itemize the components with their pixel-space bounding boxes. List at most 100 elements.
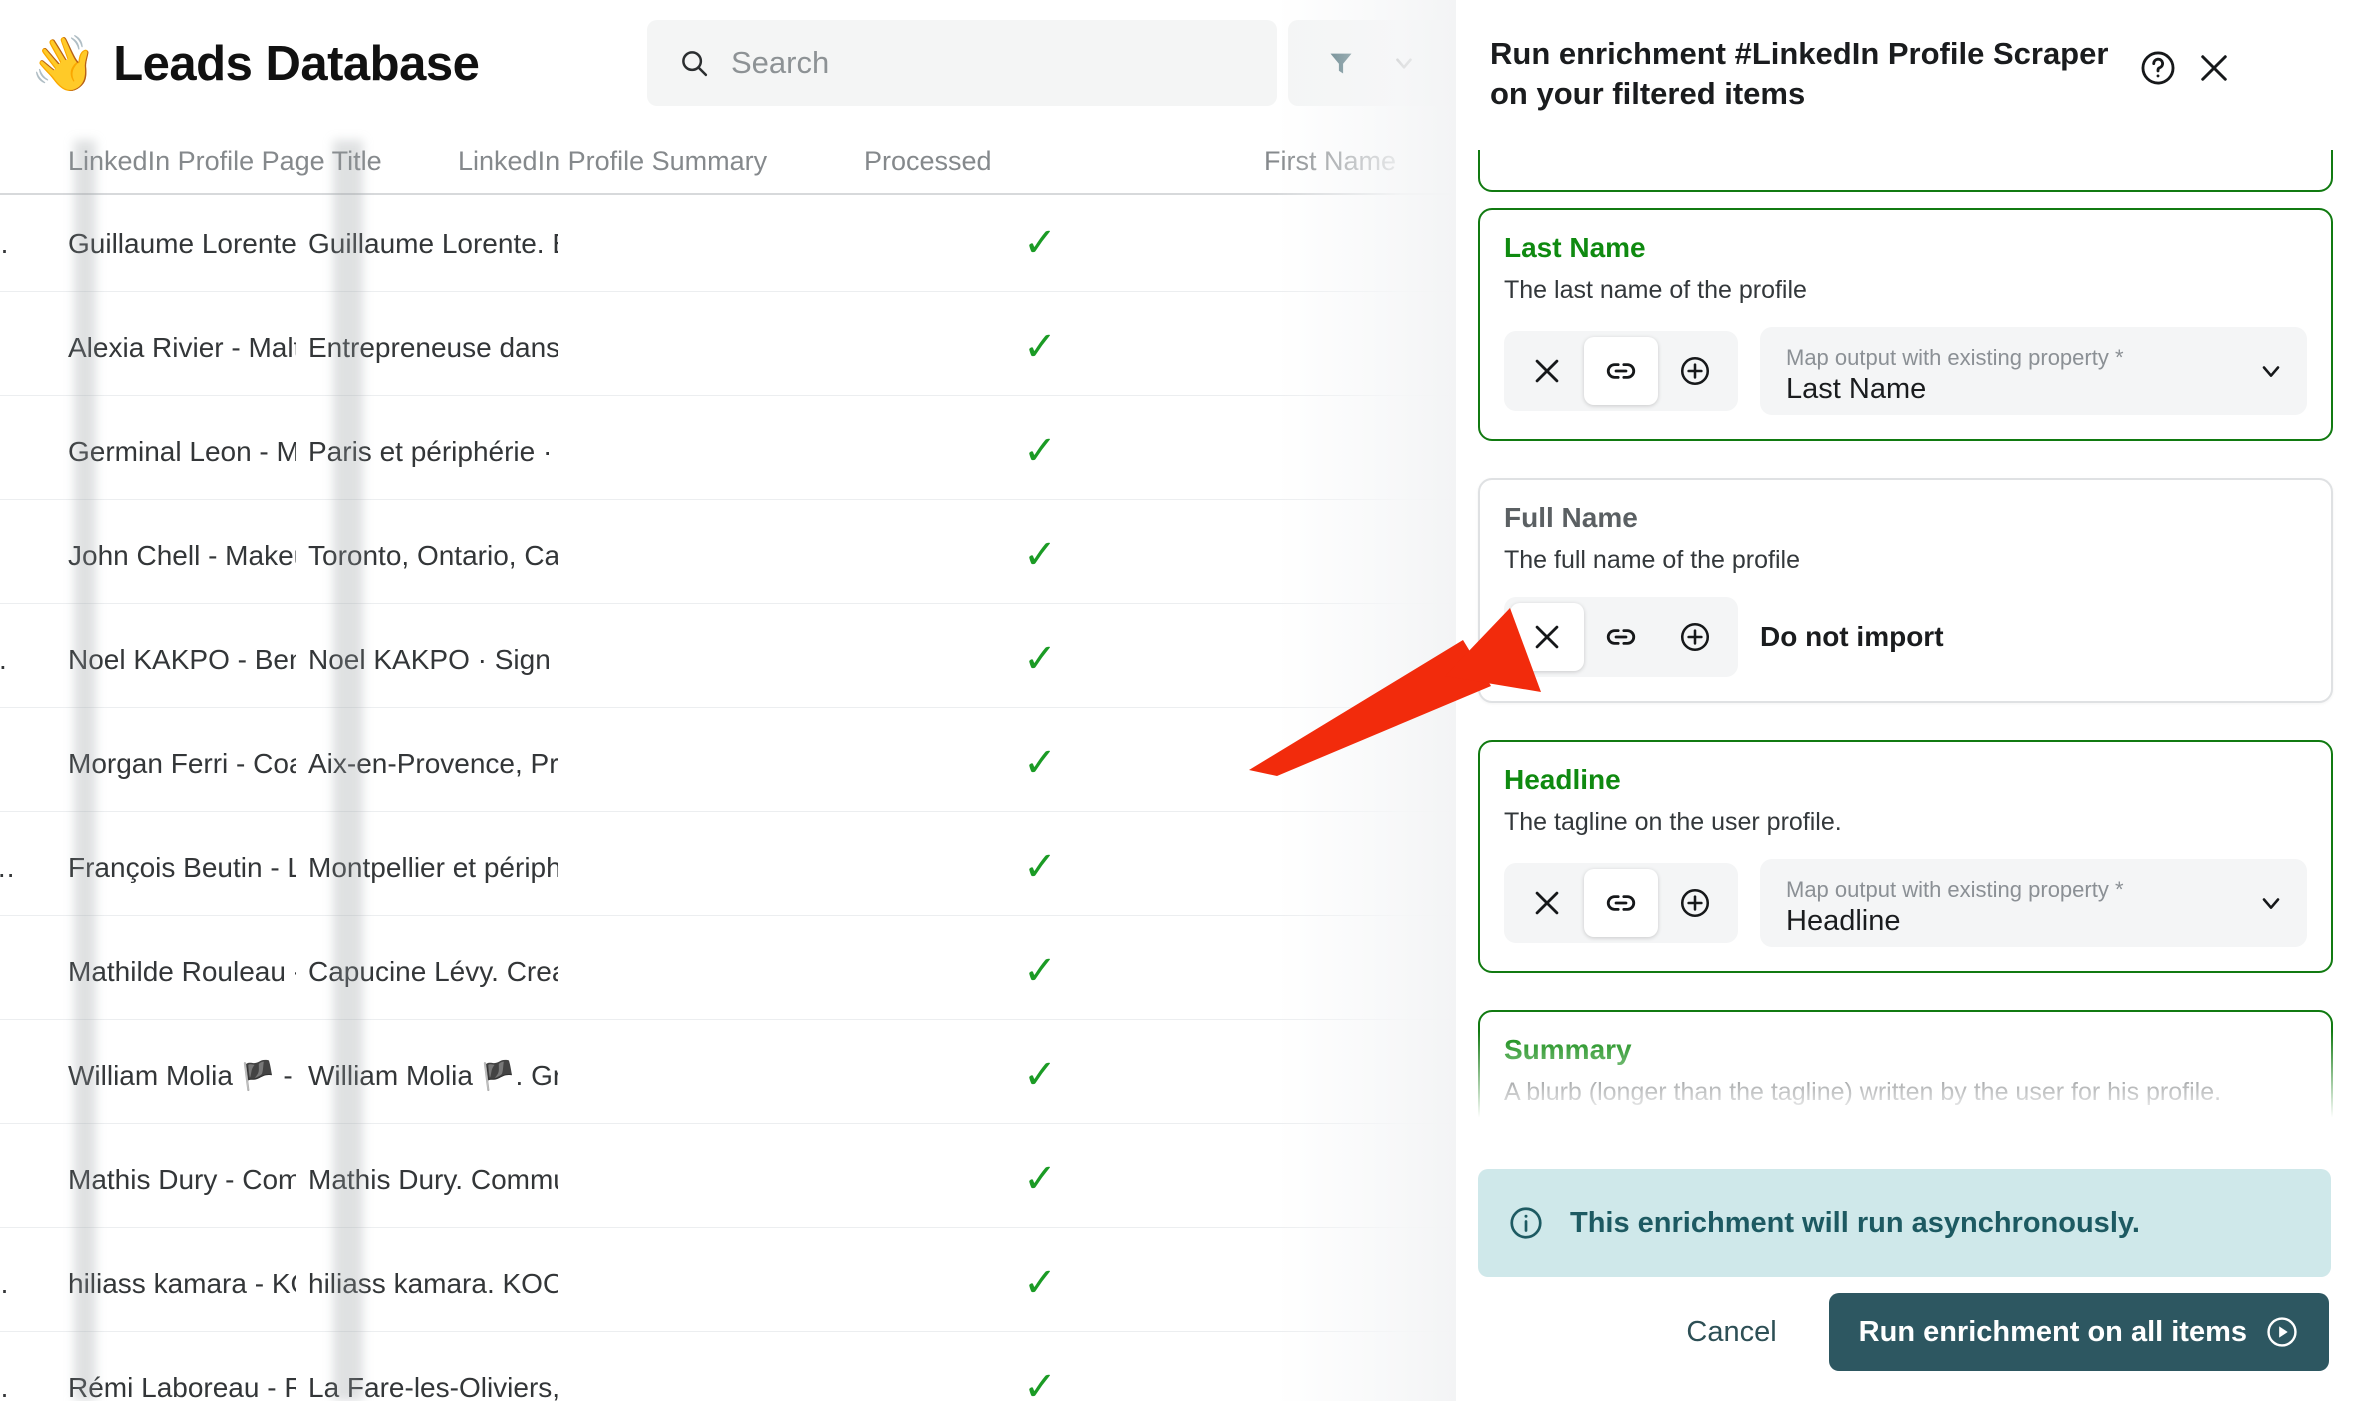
chevron-down-icon [1396, 58, 1412, 69]
check-icon: ✓ [1023, 637, 1057, 681]
help-button[interactable] [2130, 40, 2186, 96]
cell-processed: ✓ [940, 819, 1140, 916]
table-row[interactable]: William Molia 🏴 - Member -… William Molia… [0, 1027, 1456, 1124]
cell-page-title: François Beutin - Ledger - Li… [68, 852, 296, 883]
cancel-button[interactable]: Cancel [1660, 1300, 1802, 1365]
filter-button[interactable] [1288, 20, 1456, 106]
check-icon: ✓ [1023, 429, 1057, 473]
import-mode-segments[interactable] [1504, 331, 1738, 411]
table-row[interactable]: Morgan Ferri - Coaching Wa… Aix-en-Proven… [0, 715, 1456, 812]
cell-processed: ✓ [940, 1131, 1140, 1228]
import-mode-none-button[interactable] [1510, 337, 1584, 405]
cell-first-name [1180, 1235, 1430, 1332]
cell-summary: Entrepreneuse dans l'âme, j'… [308, 332, 558, 363]
cell-processed: ✓ [940, 611, 1140, 708]
field-description: The tagline on the user profile. [1504, 808, 1842, 836]
import-mode-segments[interactable] [1504, 863, 1738, 943]
map-output-label: Map output with existing property * [1786, 344, 2124, 370]
cell-summary: Aix-en-Provence, Provence-… [308, 748, 558, 779]
cell-id: a… [0, 195, 76, 292]
do-not-import-label: Do not import [1760, 621, 1944, 652]
panel-header: Run enrichment #LinkedIn Profile Scraper… [1456, 0, 2355, 150]
import-mode-map-button[interactable] [1584, 603, 1658, 671]
panel-footer-actions: Cancel Run enrichment on all items [1660, 1293, 2329, 1371]
map-output-select[interactable]: Map output with existing property * Headl… [1760, 859, 2307, 947]
cell-id [0, 299, 76, 396]
cell-page-title: Mathilde Rouleau - Création… [68, 956, 296, 987]
cell-id [0, 507, 76, 604]
import-mode-add-button[interactable] [1658, 603, 1732, 671]
run-enrichment-button[interactable]: Run enrichment on all items [1828, 1293, 2329, 1371]
field-description: A blurb (longer than the tagline) writte… [1504, 1078, 2222, 1106]
check-icon: ✓ [1023, 845, 1057, 889]
check-icon: ✓ [1023, 741, 1057, 785]
field-name: Headline [1504, 764, 1621, 795]
table-row[interactable]: a…hiliass kamara - KOOLmag hiliass kamara… [0, 1235, 1456, 1332]
cell-id: ol… [0, 819, 76, 916]
cell-summary: Toronto, Ontario, Canada · … [308, 540, 558, 571]
column-header-firstname[interactable]: First Name [1264, 128, 1396, 194]
table-row[interactable]: s…Noel KAKPO - Benin | Profes… Noel KAKPO… [0, 611, 1456, 708]
map-output-value: Last Name [1786, 373, 1927, 406]
import-mode-segments[interactable] [1504, 597, 1738, 677]
table-header-row: LinkedIn Profile Page Title LinkedIn Pro… [0, 128, 1456, 194]
cell-page-title: Germinal Leon - Manager - … [68, 436, 296, 467]
column-header-summary[interactable]: LinkedIn Profile Summary [458, 128, 767, 194]
table-row[interactable]: ol…François Beutin - Ledger - Li… Montpel… [0, 819, 1456, 916]
cell-first-name [1180, 923, 1430, 1020]
field-card-summary: Summary A blurb (longer than the tagline)… [1478, 1010, 2333, 1151]
cell-page-title: Guillaume Lorente - Chef d'e… [68, 228, 296, 259]
cell-page-title: John Chell - Makeup Artist - … [68, 540, 296, 571]
table-row[interactable]: 2…Rémi Laboreau - Responsab… La Fare-les-… [0, 1339, 1456, 1401]
field-controls-row: Map output with existing property * Last … [1504, 327, 2307, 415]
async-info-text: This enrichment will run asynchronously. [1570, 1206, 2140, 1239]
field-card-last-name: Last Name The last name of the profile Map… [1478, 208, 2333, 441]
check-icon: ✓ [1023, 1365, 1057, 1401]
map-output-select[interactable]: Map output with existing property * Last … [1760, 327, 2307, 415]
check-icon: ✓ [1023, 325, 1057, 369]
map-output-label: Map output with existing property * [1786, 876, 2124, 902]
search-icon [682, 51, 708, 77]
import-mode-map-button[interactable] [1584, 337, 1658, 405]
table-row[interactable]: 1Germinal Leon - Manager - … Paris et pér… [0, 403, 1456, 500]
column-header-title[interactable]: LinkedIn Profile Page Title [68, 128, 382, 194]
cell-summary: William Molia 🏴. Growth Ha… [308, 1060, 558, 1091]
table-row[interactable]: Mathis Dury - Community M… Mathis Dury. C… [0, 1131, 1456, 1228]
help-circle-icon [2141, 51, 2175, 85]
cell-page-title: Alexia Rivier - Malt [68, 332, 296, 363]
app-root: 👋 Leads Database Search LinkedIn Profile… [0, 0, 2355, 1401]
cell-page-title: Morgan Ferri - Coaching Wa… [68, 748, 296, 779]
table-row[interactable]: Alexia Rivier - Malt Entrepreneuse dans l… [0, 299, 1456, 396]
check-icon: ✓ [1023, 949, 1057, 993]
import-mode-add-button[interactable] [1658, 337, 1732, 405]
cell-summary: La Fare-les-Oliviers, Provenc… [308, 1372, 558, 1401]
search-input[interactable]: Search [647, 20, 1277, 106]
cell-id: i… [0, 923, 76, 1020]
cell-first-name [1180, 299, 1430, 396]
field-card-full-name: Full Name The full name of the profile Do … [1478, 478, 2333, 703]
check-icon: ✓ [1023, 533, 1057, 577]
import-mode-none-button[interactable] [1510, 869, 1584, 937]
cell-summary: Mathis Dury. Community M… [308, 1164, 558, 1195]
column-header-processed[interactable]: Processed [864, 128, 992, 194]
field-name: Summary [1504, 1034, 1632, 1065]
close-panel-button[interactable] [2186, 40, 2242, 96]
check-icon: ✓ [1023, 1157, 1057, 1201]
async-info-banner: This enrichment will run asynchronously. [1478, 1169, 2331, 1277]
panel-title: Run enrichment #LinkedIn Profile Scraper… [1490, 36, 2109, 112]
search-placeholder: Search [731, 45, 830, 80]
cell-page-title: Mathis Dury - Community M… [68, 1164, 296, 1195]
cell-page-title: Rémi Laboreau - Responsab… [68, 1372, 296, 1401]
panel-scroll-body[interactable]: Last Name The last name of the profile Map… [1456, 150, 2355, 1151]
cell-first-name [1180, 1339, 1430, 1401]
import-mode-add-button[interactable] [1658, 869, 1732, 937]
cell-first-name [1180, 611, 1430, 708]
import-mode-map-button[interactable] [1584, 869, 1658, 937]
table-row[interactable]: a…Guillaume Lorente - Chef d'e… Guillaume… [0, 195, 1456, 292]
import-mode-none-button[interactable] [1510, 603, 1584, 671]
table-row[interactable]: i…Mathilde Rouleau - Création… Capucine L… [0, 923, 1456, 1020]
check-icon: ✓ [1023, 221, 1057, 265]
table-row[interactable]: John Chell - Makeup Artist - … Toronto, O… [0, 507, 1456, 604]
cell-first-name [1180, 195, 1430, 292]
cell-id [0, 715, 76, 812]
